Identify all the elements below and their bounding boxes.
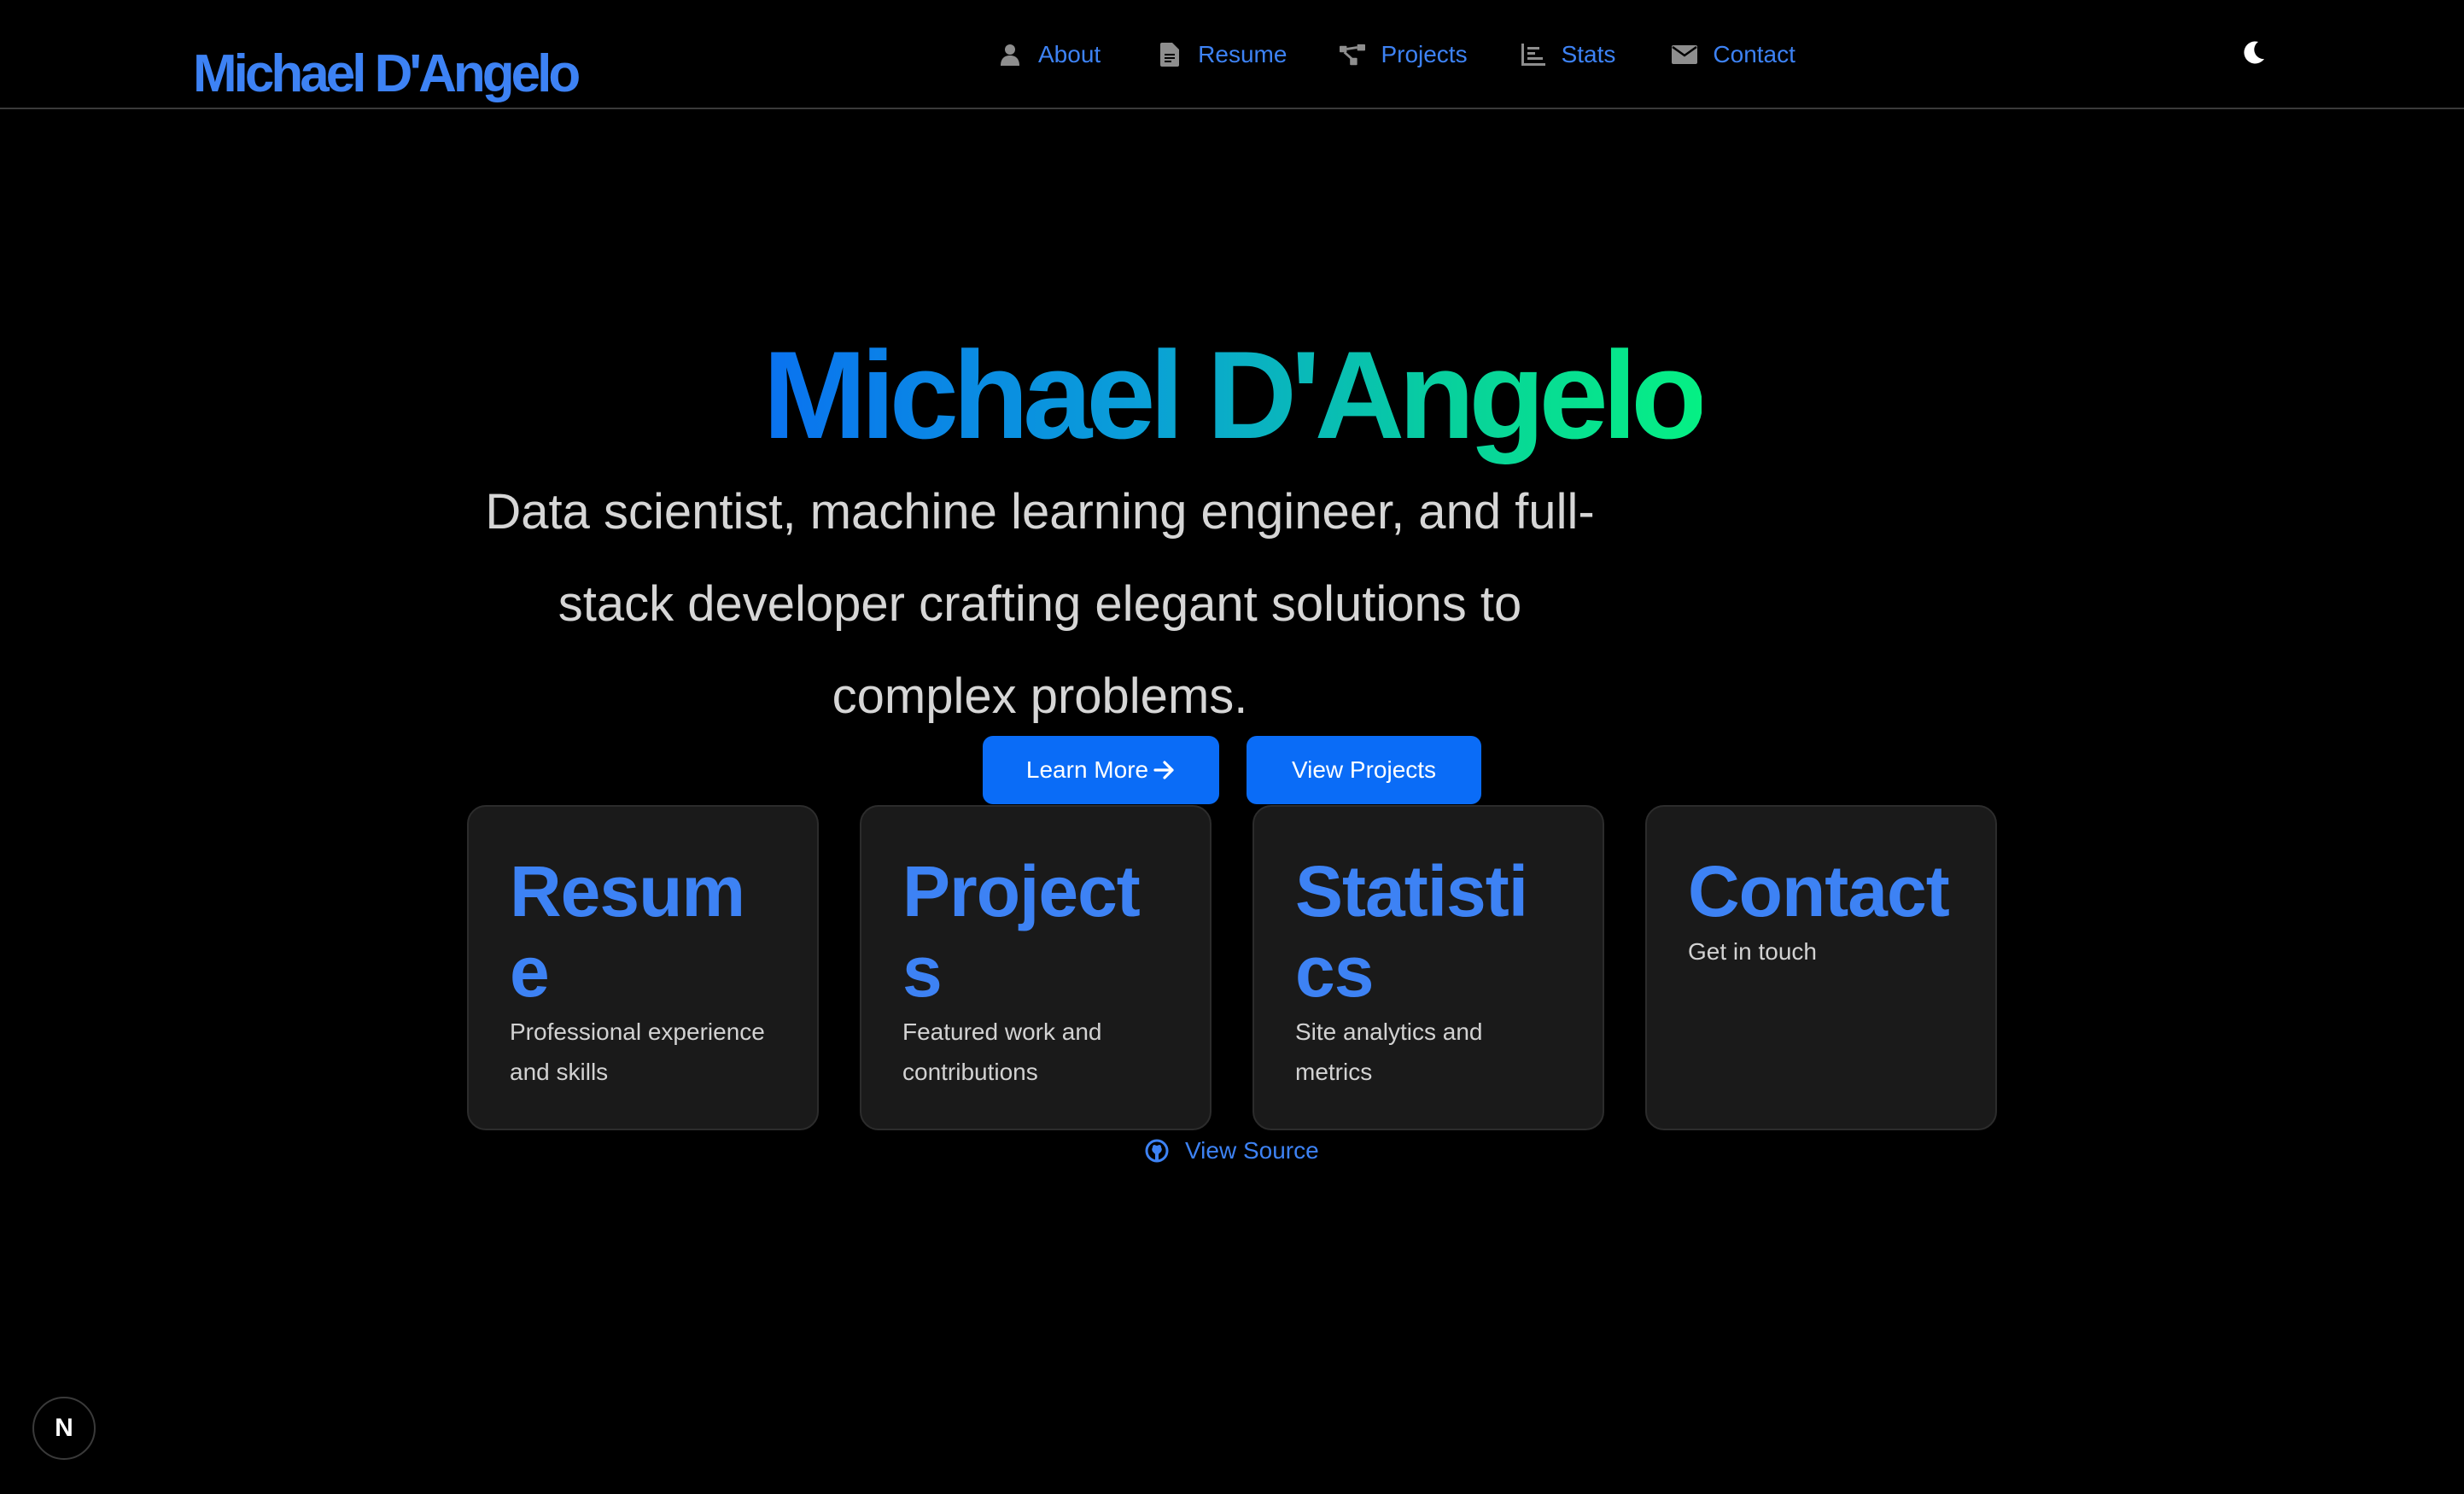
- github-icon: [1144, 1138, 1170, 1164]
- nextjs-dev-badge[interactable]: N: [32, 1397, 96, 1460]
- card-resume[interactable]: Resume Professional experience and skill…: [467, 805, 819, 1130]
- card-title: Resume: [510, 851, 745, 1012]
- card-title: Projects: [902, 851, 1141, 1012]
- moon-icon: [2243, 40, 2265, 69]
- hero-title: Michael D'Angelo: [0, 330, 2464, 460]
- nav-label-about: About: [1038, 41, 1101, 67]
- nav-label-contact: Contact: [1713, 41, 1795, 67]
- learn-more-button[interactable]: Learn More: [983, 736, 1219, 804]
- nextjs-icon: N: [55, 1414, 73, 1442]
- brand-logo[interactable]: Michael D'Angelo: [193, 48, 581, 101]
- nav-item-resume[interactable]: Resume: [1157, 41, 1287, 68]
- card-statistics[interactable]: Statistics Site analytics and metrics: [1252, 805, 1604, 1130]
- learn-more-label: Learn More: [1025, 756, 1149, 783]
- view-projects-label: View Projects: [1291, 756, 1437, 783]
- card-description: Featured work and contributions: [902, 1018, 1102, 1085]
- main-nav: About Resume Projects Stats Contact: [997, 38, 1795, 72]
- card-title: Contact: [1688, 851, 1950, 931]
- card-description: Site analytics and metrics: [1295, 1018, 1483, 1085]
- project-graph-icon: [1340, 42, 1366, 67]
- user-icon: [997, 42, 1023, 67]
- nav-label-resume: Resume: [1198, 41, 1287, 67]
- card-title: Statistics: [1295, 851, 1528, 1012]
- view-projects-button[interactable]: View Projects: [1247, 736, 1481, 804]
- card-projects[interactable]: Projects Featured work and contributions: [860, 805, 1212, 1130]
- theme-toggle-button[interactable]: [2237, 38, 2271, 72]
- site-header: Michael D'Angelo About Resume Projects S…: [0, 0, 2464, 109]
- nav-label-projects: Projects: [1381, 41, 1468, 67]
- document-icon: [1157, 42, 1182, 67]
- nav-label-stats: Stats: [1561, 41, 1616, 67]
- card-description: Professional experience and skills: [510, 1018, 765, 1085]
- chart-icon: [1521, 42, 1546, 67]
- hero-subtitle: Data scientist, machine learning enginee…: [485, 484, 1595, 724]
- card-contact[interactable]: Contact Get in touch: [1645, 805, 1997, 1130]
- view-source-link[interactable]: View Source: [1144, 1134, 1319, 1168]
- page: Michael D'Angelo About Resume Projects S…: [0, 0, 2464, 1494]
- nav-item-about[interactable]: About: [997, 41, 1101, 68]
- nav-item-stats[interactable]: Stats: [1521, 41, 1616, 68]
- arrow-right-icon: [1153, 760, 1176, 780]
- view-source-label: View Source: [1185, 1137, 1319, 1164]
- nav-item-contact[interactable]: Contact: [1672, 41, 1795, 68]
- envelope-icon: [1672, 42, 1698, 67]
- card-description: Get in touch: [1688, 938, 1817, 965]
- hero-title-text: Michael D'Angelo: [762, 325, 1708, 464]
- nav-item-projects[interactable]: Projects: [1340, 41, 1468, 68]
